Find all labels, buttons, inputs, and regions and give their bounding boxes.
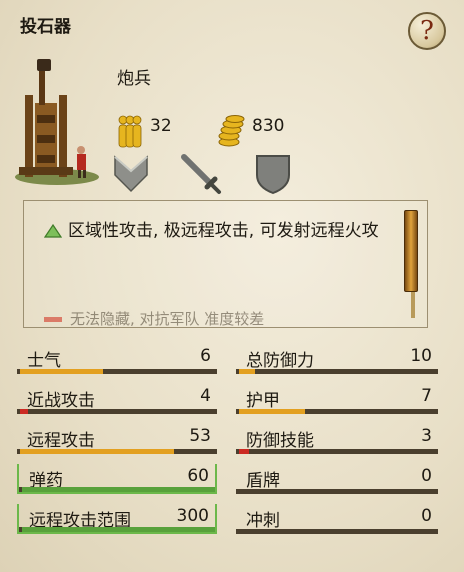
stat-bar-fill xyxy=(20,369,103,374)
stat-label: 盾牌 xyxy=(246,471,280,491)
stat-label: 远程攻击 xyxy=(27,431,95,451)
stat-bar xyxy=(17,369,217,374)
stat-bar xyxy=(236,529,438,534)
stat-label: 总防御力 xyxy=(246,351,314,371)
stat-value: 10 xyxy=(410,346,432,366)
minus-icon xyxy=(44,317,62,322)
stat-bar xyxy=(236,489,438,494)
recruit-cost: 830 xyxy=(252,116,285,136)
men-count: 32 xyxy=(150,116,172,136)
stat-value: 300 xyxy=(176,506,209,526)
stat-label: 冲刺 xyxy=(246,511,280,531)
stat-bar-fill xyxy=(20,449,174,454)
stat-value: 60 xyxy=(187,466,209,486)
description-positive-text: 区域性攻击, 极远程攻击, 可发射远程火攻 xyxy=(68,221,379,241)
stat-bar xyxy=(17,449,217,454)
description-negative-text: 无法隐藏, 对抗军队 准度较差 xyxy=(70,310,265,328)
chevron-down-icon xyxy=(114,155,148,193)
stat-ranged-attack: 远程攻击 53 xyxy=(17,424,217,454)
gold-coins-icon xyxy=(218,115,245,147)
stat-range: 远程攻击范围 300 xyxy=(17,504,217,534)
stat-label: 护甲 xyxy=(246,391,280,411)
stat-morale: 士气 6 xyxy=(17,344,217,374)
stat-bar-fill xyxy=(20,409,28,414)
stat-bar-fill xyxy=(22,527,215,532)
stat-charge: 冲刺 0 xyxy=(236,504,438,534)
unit-portrait xyxy=(15,59,99,185)
sword-icon xyxy=(181,154,221,194)
description-negative: 无法隐藏, 对抗军队 准度较差 xyxy=(44,308,404,328)
stat-value: 0 xyxy=(421,466,432,486)
description-positive: 区域性攻击, 极远程攻击, 可发射远程火攻 xyxy=(44,216,404,246)
stat-bar xyxy=(19,527,215,532)
stat-value: 0 xyxy=(421,506,432,526)
stat-bar-fill xyxy=(22,487,215,492)
question-mark-icon: ? xyxy=(420,16,434,46)
stat-defense-skill: 防御技能 3 xyxy=(236,424,438,454)
stat-shield: 盾牌 0 xyxy=(236,464,438,494)
stat-label: 防御技能 xyxy=(246,431,314,451)
stat-value: 7 xyxy=(421,386,432,406)
stat-bar xyxy=(19,487,215,492)
stat-bar-fill xyxy=(239,449,249,454)
stat-bar xyxy=(17,409,217,414)
unit-title: 投石器 xyxy=(20,17,71,37)
stat-value: 3 xyxy=(421,426,432,446)
unit-description-box[interactable]: 区域性攻击, 极远程攻击, 可发射远程火攻 无法隐藏, 对抗军队 准度较差 xyxy=(23,200,428,328)
stat-label: 士气 xyxy=(27,351,61,371)
stat-bar xyxy=(236,369,438,374)
shield-icon xyxy=(256,155,290,195)
stat-ammunition: 弹药 60 xyxy=(17,464,217,494)
unit-type: 炮兵 xyxy=(117,69,151,89)
stat-value: 53 xyxy=(189,426,211,446)
soldiers-icon xyxy=(118,115,142,148)
scrollbar-thumb[interactable] xyxy=(404,210,418,292)
stat-bar-fill xyxy=(239,369,255,374)
stat-value: 6 xyxy=(200,346,211,366)
stat-armour: 护甲 7 xyxy=(236,384,438,414)
stat-defense: 总防御力 10 xyxy=(236,344,438,374)
stat-bar xyxy=(236,409,438,414)
stat-label: 近战攻击 xyxy=(27,391,95,411)
help-button[interactable]: ? xyxy=(408,12,446,50)
stat-value: 4 xyxy=(200,386,211,406)
triangle-up-icon xyxy=(44,224,62,238)
stat-melee-attack: 近战攻击 4 xyxy=(17,384,217,414)
stat-bar xyxy=(236,449,438,454)
stat-bar-fill xyxy=(239,409,305,414)
